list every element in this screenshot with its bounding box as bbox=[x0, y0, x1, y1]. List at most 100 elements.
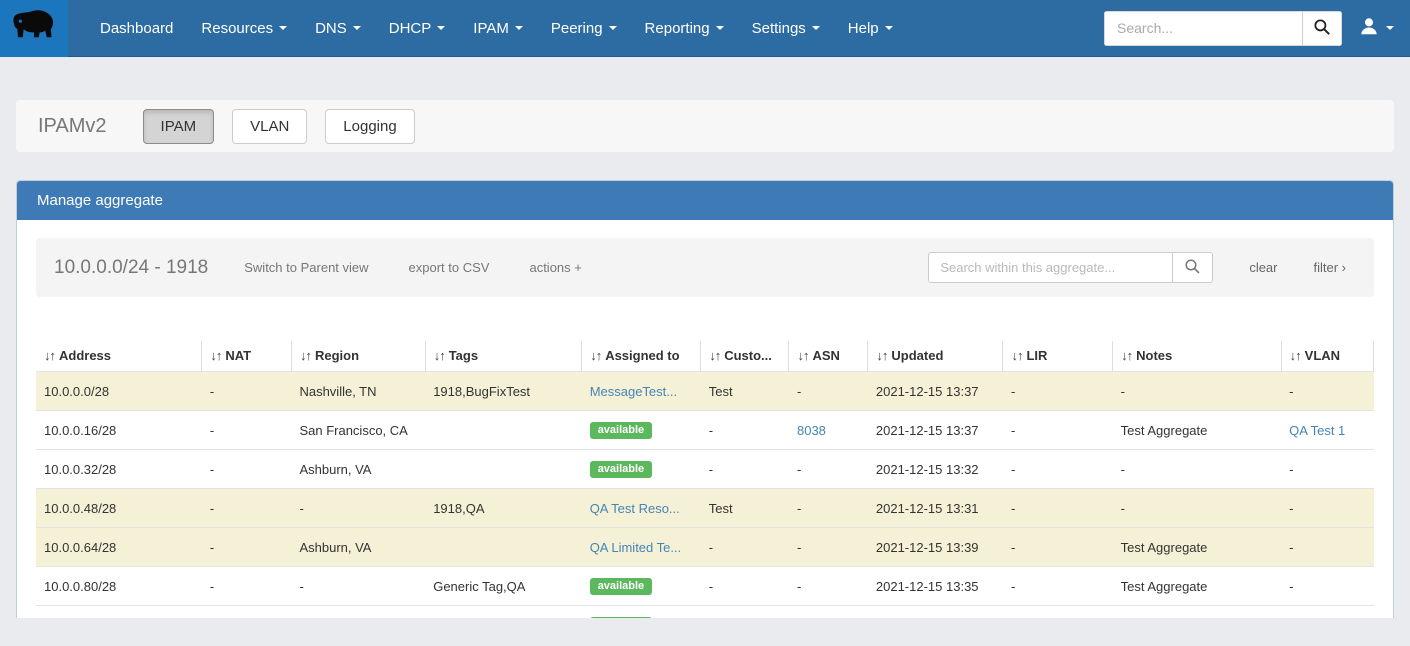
column-header-notes[interactable]: ↓↑ Notes bbox=[1112, 341, 1282, 372]
column-header-lir[interactable]: ↓↑ LIR bbox=[1002, 341, 1114, 372]
aggregate-search-button[interactable] bbox=[1173, 252, 1214, 283]
column-header-updated[interactable]: ↓↑ Updated bbox=[867, 341, 1004, 372]
cell-notes: - bbox=[1112, 371, 1282, 411]
global-search-input[interactable] bbox=[1104, 10, 1302, 46]
column-header-region[interactable]: ↓↑ Region bbox=[291, 341, 426, 372]
assigned-resource-link[interactable]: QA Limited Te... bbox=[590, 540, 682, 555]
column-label: ASN bbox=[812, 348, 840, 363]
nav-label: DHCP bbox=[388, 19, 432, 37]
cell-region: - bbox=[291, 488, 426, 528]
user-menu[interactable] bbox=[1358, 15, 1394, 42]
export-csv-link[interactable]: export to CSV bbox=[409, 260, 490, 275]
table-row[interactable]: 10.0.0.96/28 - Chicago, IL available - -… bbox=[36, 605, 1374, 618]
app-logo[interactable] bbox=[0, 0, 68, 57]
column-label: LIR bbox=[1026, 348, 1048, 363]
column-header-tags[interactable]: ↓↑ Tags bbox=[425, 341, 583, 372]
sort-icon: ↓↑ bbox=[210, 348, 222, 363]
status-badge-available: available bbox=[589, 617, 653, 618]
tab-ipam[interactable]: IPAM bbox=[142, 108, 215, 144]
table-row[interactable]: 10.0.0.64/28 - Ashburn, VA QA Limited Te… bbox=[36, 527, 1374, 567]
cell-assigned-to: QA Limited Te... bbox=[581, 527, 701, 567]
clear-link[interactable]: clear bbox=[1249, 260, 1277, 275]
column-header-address[interactable]: ↓↑ Address bbox=[36, 341, 203, 372]
nav-item-peering[interactable]: Peering bbox=[537, 2, 631, 55]
nav-item-dhcp[interactable]: DHCP bbox=[375, 2, 460, 55]
filter-link[interactable]: filter › bbox=[1314, 260, 1347, 275]
cell-tags: 1918,BugFixTest bbox=[425, 371, 582, 411]
cell-asn: - bbox=[788, 566, 868, 606]
sort-icon: ↓↑ bbox=[876, 348, 888, 363]
cell-customer: - bbox=[700, 566, 789, 606]
table-row[interactable]: 10.0.0.48/28 - - 1918,QA QA Test Reso...… bbox=[36, 488, 1374, 528]
nav-label: Reporting bbox=[644, 19, 710, 37]
cell-asn: - bbox=[788, 488, 868, 528]
chevron-down-icon bbox=[352, 26, 361, 30]
cell-nat: - bbox=[201, 488, 292, 528]
mammoth-logo-icon bbox=[10, 7, 58, 50]
cell-customer: - bbox=[700, 605, 789, 618]
nav-label: Settings bbox=[751, 19, 806, 37]
cell-nat: - bbox=[201, 566, 292, 606]
manage-aggregate-panel: Manage aggregate 10.0.0.0/24 - 1918 Swit… bbox=[16, 180, 1394, 618]
sort-icon: ↓↑ bbox=[1289, 348, 1302, 363]
ipamv2-header-strip: IPAMv2 IPAM VLAN Logging bbox=[16, 100, 1394, 152]
sort-icon: ↓↑ bbox=[797, 348, 809, 363]
chevron-down-icon bbox=[884, 26, 893, 30]
table-row[interactable]: 10.0.0.0/28 - Nashville, TN 1918,BugFixT… bbox=[36, 371, 1374, 411]
sort-icon: ↓↑ bbox=[1011, 348, 1023, 363]
nav-item-dashboard[interactable]: Dashboard bbox=[86, 2, 187, 55]
column-label: Region bbox=[314, 348, 360, 363]
sort-icon: ↓↑ bbox=[433, 348, 446, 363]
global-search-button[interactable] bbox=[1302, 10, 1342, 46]
nav-item-ipam[interactable]: IPAM bbox=[459, 2, 537, 55]
cell-notes: - bbox=[1112, 605, 1282, 618]
switch-parent-view-link[interactable]: Switch to Parent view bbox=[244, 260, 368, 275]
cell-region: Ashburn, VA bbox=[291, 527, 426, 567]
vlan-link[interactable]: QA Test 1 bbox=[1289, 423, 1345, 438]
cell-lir: - bbox=[1002, 410, 1113, 450]
search-icon bbox=[1184, 258, 1201, 278]
assigned-resource-link[interactable]: QA Test Reso... bbox=[590, 501, 680, 516]
cell-lir: - bbox=[1002, 605, 1113, 618]
cell-region: Ashburn, VA bbox=[291, 449, 426, 489]
cell-assigned-to: available bbox=[581, 449, 701, 489]
cell-address: 10.0.0.96/28 bbox=[36, 605, 202, 618]
aggregate-search-input[interactable] bbox=[928, 252, 1174, 283]
nav-label: Resources bbox=[201, 19, 274, 37]
table-row[interactable]: 10.0.0.16/28 - San Francisco, CA availab… bbox=[36, 410, 1374, 450]
status-badge-available: available bbox=[589, 461, 653, 478]
cell-customer: - bbox=[700, 449, 789, 489]
cell-address: 10.0.0.32/28 bbox=[36, 449, 202, 489]
cell-tags bbox=[425, 527, 582, 567]
page-title: IPAMv2 bbox=[38, 114, 107, 137]
nav-item-reporting[interactable]: Reporting bbox=[631, 2, 738, 55]
cell-updated: 2021-12-15 13:20 bbox=[867, 605, 1003, 618]
nav-item-help[interactable]: Help bbox=[834, 2, 907, 55]
cell-tags: 1918,QA bbox=[425, 488, 582, 528]
column-header-assigned-to[interactable]: ↓↑ Assigned to bbox=[581, 341, 702, 372]
cell-notes: Test Aggregate bbox=[1112, 527, 1282, 567]
cell-tags bbox=[425, 449, 582, 489]
cell-asn: - bbox=[788, 449, 868, 489]
nav-item-settings[interactable]: Settings bbox=[738, 2, 834, 55]
nav-item-dns[interactable]: DNS bbox=[301, 2, 375, 55]
cell-vlan: - bbox=[1281, 488, 1374, 528]
column-header-customer[interactable]: ↓↑ Custo... bbox=[700, 341, 790, 372]
tab-vlan[interactable]: VLAN bbox=[232, 108, 308, 144]
column-header-vlan[interactable]: ↓↑ VLAN bbox=[1281, 341, 1375, 372]
table-row[interactable]: 10.0.0.80/28 - - Generic Tag,QA availabl… bbox=[36, 566, 1374, 606]
table-row[interactable]: 10.0.0.32/28 - Ashburn, VA available - -… bbox=[36, 449, 1374, 489]
cell-address: 10.0.0.48/28 bbox=[36, 488, 202, 528]
tab-logging[interactable]: Logging bbox=[325, 108, 415, 144]
column-header-asn[interactable]: ↓↑ ASN bbox=[788, 341, 869, 372]
actions-menu-link[interactable]: actions + bbox=[529, 260, 581, 275]
column-label: Custo... bbox=[724, 348, 772, 363]
nav-item-resources[interactable]: Resources bbox=[187, 2, 301, 55]
asn-link[interactable]: 8038 bbox=[797, 423, 826, 438]
column-header-nat[interactable]: ↓↑ NAT bbox=[201, 341, 292, 372]
global-search bbox=[1104, 10, 1342, 46]
assigned-resource-link[interactable]: MessageTest... bbox=[590, 384, 677, 399]
panel-title: Manage aggregate bbox=[17, 181, 1393, 220]
nav-label: Peering bbox=[550, 19, 603, 37]
cell-vlan: QA Test 1 bbox=[1281, 410, 1374, 450]
